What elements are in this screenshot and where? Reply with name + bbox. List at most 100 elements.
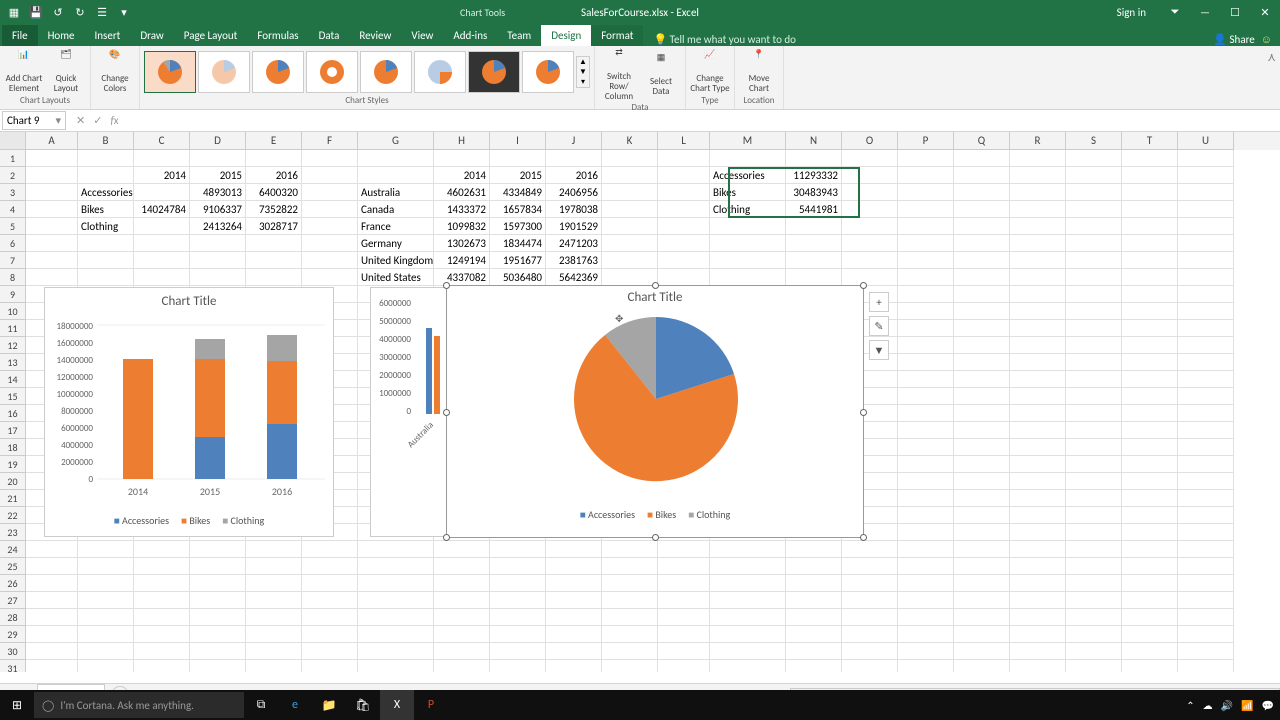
cell[interactable] — [1178, 524, 1234, 541]
cell[interactable] — [358, 626, 434, 643]
cell[interactable] — [1178, 626, 1234, 643]
cell[interactable] — [546, 558, 602, 575]
cell[interactable] — [842, 609, 898, 626]
col-header[interactable]: E — [246, 132, 302, 150]
chart-style-4[interactable] — [306, 51, 358, 93]
row-header[interactable]: 3 — [0, 184, 26, 201]
cell[interactable] — [954, 252, 1010, 269]
cell[interactable] — [1122, 371, 1178, 388]
cell[interactable] — [546, 575, 602, 592]
cell[interactable] — [786, 235, 842, 252]
cell[interactable] — [1010, 541, 1066, 558]
cell[interactable] — [546, 643, 602, 660]
col-header[interactable]: K — [602, 132, 658, 150]
row-header[interactable]: 16 — [0, 405, 26, 422]
cell[interactable]: Clothing — [78, 218, 134, 235]
bar-chart-plot[interactable]: 1800000016000000 1400000012000000 100000… — [45, 315, 335, 510]
tab-design[interactable]: Design — [541, 25, 591, 46]
powerpoint-taskbar-icon[interactable]: P — [414, 690, 448, 720]
cell[interactable]: 5036480 — [490, 269, 546, 286]
pie-chart-plot[interactable] — [447, 309, 865, 504]
cell[interactable] — [842, 150, 898, 167]
cell[interactable] — [78, 167, 134, 184]
row-header[interactable]: 31 — [0, 660, 26, 672]
cell[interactable]: 30483943 — [786, 184, 842, 201]
cell[interactable] — [1178, 660, 1234, 672]
cell[interactable] — [134, 609, 190, 626]
cell[interactable] — [954, 388, 1010, 405]
cell[interactable] — [1122, 405, 1178, 422]
quick-layout-button[interactable]: 🗂Quick Layout — [46, 50, 86, 94]
redo-icon[interactable]: ↻ — [72, 4, 88, 20]
row-header[interactable]: 8 — [0, 269, 26, 286]
cell[interactable] — [1178, 592, 1234, 609]
col-header[interactable]: L — [658, 132, 710, 150]
chart-filters-button[interactable]: ▼ — [869, 340, 889, 360]
cell[interactable] — [1010, 252, 1066, 269]
row-header[interactable]: 29 — [0, 626, 26, 643]
cell[interactable] — [1066, 167, 1122, 184]
cell[interactable]: Bikes — [78, 201, 134, 218]
cell[interactable] — [434, 575, 490, 592]
cell[interactable]: 1901529 — [546, 218, 602, 235]
row-header[interactable]: 13 — [0, 354, 26, 371]
cell[interactable] — [26, 660, 78, 672]
cell[interactable] — [1178, 337, 1234, 354]
cell[interactable] — [1066, 643, 1122, 660]
cell[interactable] — [302, 252, 358, 269]
row-header[interactable]: 17 — [0, 422, 26, 439]
tab-insert[interactable]: Insert — [85, 25, 131, 46]
cell[interactable] — [78, 269, 134, 286]
cell[interactable] — [1066, 201, 1122, 218]
chart-elements-button[interactable]: + — [869, 292, 889, 312]
col-header[interactable]: D — [190, 132, 246, 150]
cell[interactable] — [434, 150, 490, 167]
chart-style-5[interactable] — [360, 51, 412, 93]
cell[interactable] — [1010, 235, 1066, 252]
cell[interactable] — [710, 575, 786, 592]
cell[interactable] — [1010, 269, 1066, 286]
cell[interactable] — [490, 558, 546, 575]
cell[interactable] — [358, 150, 434, 167]
cell[interactable] — [358, 643, 434, 660]
cell[interactable] — [1178, 303, 1234, 320]
cell[interactable] — [1066, 473, 1122, 490]
cell[interactable] — [898, 218, 954, 235]
cell[interactable] — [602, 218, 658, 235]
cell[interactable] — [1122, 235, 1178, 252]
cell[interactable] — [1122, 643, 1178, 660]
enter-formula-icon[interactable]: ✓ — [93, 114, 102, 127]
cell[interactable] — [954, 439, 1010, 456]
row-header[interactable]: 11 — [0, 320, 26, 337]
cell[interactable] — [434, 541, 490, 558]
cell[interactable] — [1010, 643, 1066, 660]
cell[interactable] — [246, 592, 302, 609]
cell[interactable] — [1066, 507, 1122, 524]
cell[interactable] — [658, 167, 710, 184]
cell[interactable] — [954, 643, 1010, 660]
chart-style-1[interactable] — [144, 51, 196, 93]
cell[interactable] — [358, 541, 434, 558]
cell[interactable] — [1066, 609, 1122, 626]
col-header[interactable]: P — [898, 132, 954, 150]
cell[interactable] — [1010, 660, 1066, 672]
cell[interactable] — [1122, 252, 1178, 269]
volume-icon[interactable]: 🔊 — [1221, 699, 1233, 712]
change-colors-button[interactable]: 🎨Change Colors — [95, 50, 135, 94]
cell[interactable] — [954, 303, 1010, 320]
cell[interactable] — [26, 269, 78, 286]
edge-icon[interactable]: e — [278, 690, 312, 720]
cell[interactable] — [26, 167, 78, 184]
chart-styles-button[interactable]: ✎ — [869, 316, 889, 336]
col-header[interactable]: J — [546, 132, 602, 150]
cell[interactable]: 7352822 — [246, 201, 302, 218]
col-header[interactable]: R — [1010, 132, 1066, 150]
cell[interactable] — [786, 609, 842, 626]
cell[interactable] — [898, 150, 954, 167]
cell[interactable] — [78, 541, 134, 558]
cell[interactable]: 1657834 — [490, 201, 546, 218]
cell[interactable] — [1178, 609, 1234, 626]
cell[interactable] — [898, 184, 954, 201]
row-header[interactable]: 5 — [0, 218, 26, 235]
cell[interactable]: 14024784 — [134, 201, 190, 218]
